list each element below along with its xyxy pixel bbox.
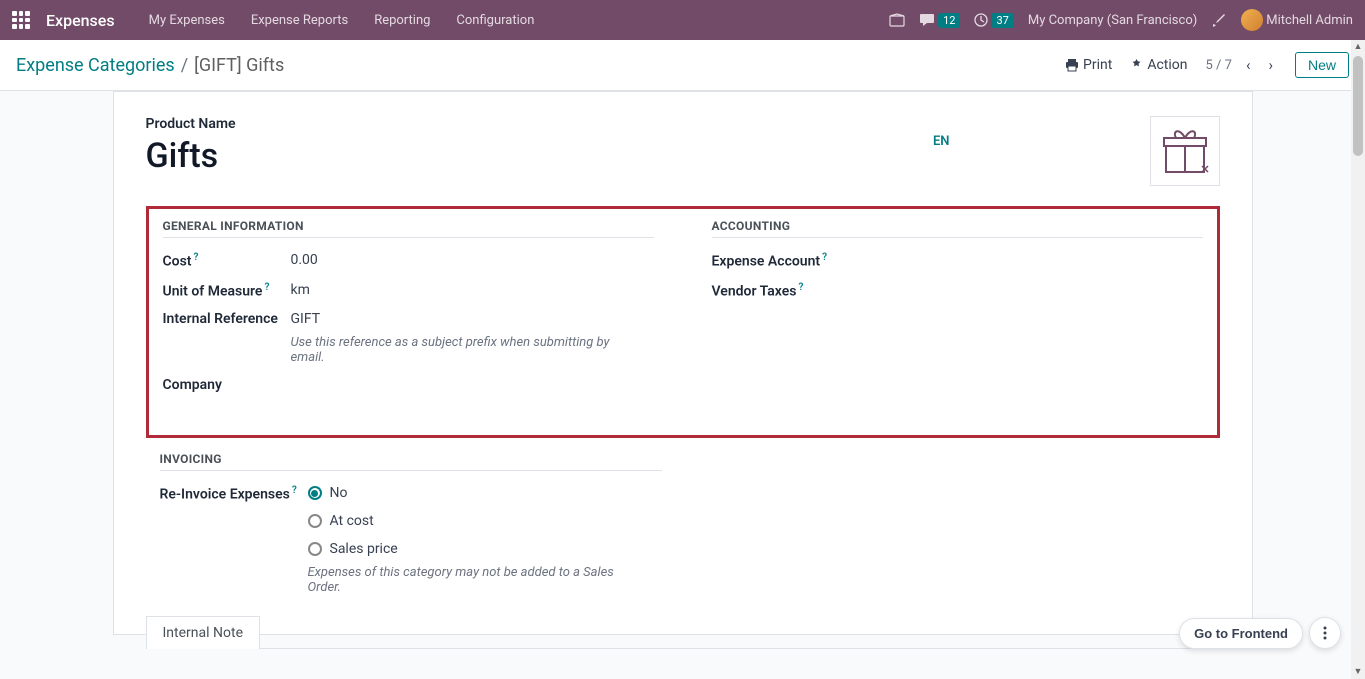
help-icon[interactable]: ? [798, 282, 803, 293]
reinvoice-label: Re-Invoice Expenses? [160, 485, 308, 503]
vendor-taxes-row: Vendor Taxes? [712, 282, 1203, 300]
nav-reporting[interactable]: Reporting [364, 13, 440, 28]
form-sheet: Product Name Gifts EN [113, 91, 1253, 635]
scrollbar[interactable]: ▲ ▼ [1351, 40, 1365, 679]
pager-position: 5 / 7 [1206, 58, 1232, 73]
ref-value[interactable]: GIFT [291, 311, 611, 327]
help-icon[interactable]: ? [264, 282, 269, 293]
radio-sales-price[interactable]: Sales price [308, 541, 628, 557]
avatar [1241, 9, 1263, 31]
title-row: Product Name Gifts EN [146, 116, 1220, 186]
new-button[interactable]: New [1295, 52, 1349, 78]
navbar-left: Expenses My Expenses Expense Reports Rep… [12, 11, 544, 30]
cost-label: Cost? [163, 252, 291, 270]
title-right: EN [933, 116, 1220, 186]
radio-at-cost[interactable]: At cost [308, 513, 628, 529]
main-navbar: Expenses My Expenses Expense Reports Rep… [0, 0, 1365, 40]
uom-value[interactable]: km [291, 282, 310, 298]
invoicing-header: INVOICING [160, 452, 662, 471]
pager: 5 / 7 ‹ › [1206, 54, 1277, 76]
breadcrumb-parent[interactable]: Expense Categories [16, 55, 175, 76]
company-selector[interactable]: My Company (San Francisco) [1028, 13, 1197, 28]
pager-next[interactable]: › [1264, 54, 1277, 76]
product-image[interactable] [1150, 116, 1220, 186]
floating-actions: Go to Frontend [1179, 617, 1341, 649]
accounting-column: ACCOUNTING Expense Account? Vendor Taxes… [698, 219, 1217, 405]
go-to-frontend-button[interactable]: Go to Frontend [1179, 618, 1303, 649]
tab-internal-note[interactable]: Internal Note [146, 616, 261, 649]
company-label: Company [163, 377, 291, 393]
reinvoice-value-block: No At cost Sales price Expenses of this … [308, 485, 628, 595]
two-column-layout: GENERAL INFORMATION Cost? 0.00 Unit of M… [149, 219, 1217, 405]
scroll-down-icon[interactable]: ▼ [1351, 665, 1365, 679]
more-actions-button[interactable] [1309, 617, 1341, 649]
cost-row: Cost? 0.00 [163, 252, 654, 270]
uom-row: Unit of Measure? km [163, 282, 654, 300]
tabs: Internal Note [146, 615, 1220, 649]
lang-indicator[interactable]: EN [933, 134, 950, 149]
breadcrumb-current: [GIFT] Gifts [194, 55, 284, 76]
product-name[interactable]: Gifts [146, 136, 236, 176]
vendor-taxes-label: Vendor Taxes? [712, 282, 804, 300]
radio-icon [308, 486, 322, 500]
ref-value-block: GIFT Use this reference as a subject pre… [291, 311, 611, 365]
mail-icon[interactable] [889, 13, 905, 27]
reinvoice-radio-group: No At cost Sales price [308, 485, 628, 557]
product-name-label: Product Name [146, 116, 236, 132]
apps-icon[interactable] [12, 11, 30, 29]
expense-account-row: Expense Account? [712, 252, 1203, 270]
ref-help: Use this reference as a subject prefix w… [291, 335, 611, 365]
navbar-right: 12 37 My Company (San Francisco) Mitchel… [889, 9, 1353, 31]
tools-icon[interactable] [1211, 12, 1227, 28]
company-row: Company [163, 377, 654, 393]
uom-label: Unit of Measure? [163, 282, 291, 300]
cost-value[interactable]: 0.00 [291, 252, 318, 268]
invoicing-section: INVOICING Re-Invoice Expenses? No At cos… [146, 452, 1220, 595]
user-name: Mitchell Admin [1266, 13, 1353, 28]
control-panel: Expense Categories / [GIFT] Gifts Print … [0, 40, 1365, 91]
breadcrumb-separator: / [181, 55, 188, 76]
action-button[interactable]: Action [1130, 57, 1187, 73]
print-button[interactable]: Print [1065, 57, 1112, 73]
nav-my-expenses[interactable]: My Expenses [139, 13, 235, 28]
expense-account-label: Expense Account? [712, 252, 828, 270]
pager-prev[interactable]: ‹ [1242, 54, 1255, 76]
scroll-up-icon[interactable]: ▲ [1351, 40, 1365, 54]
user-menu[interactable]: Mitchell Admin [1241, 9, 1353, 31]
accounting-header: ACCOUNTING [712, 219, 1203, 238]
highlighted-section: GENERAL INFORMATION Cost? 0.00 Unit of M… [146, 206, 1220, 438]
title-block: Product Name Gifts [146, 116, 236, 176]
radio-icon [308, 542, 322, 556]
help-icon[interactable]: ? [292, 485, 297, 496]
breadcrumb: Expense Categories / [GIFT] Gifts [16, 55, 284, 76]
messages-icon[interactable]: 12 [919, 13, 960, 28]
general-info-header: GENERAL INFORMATION [163, 219, 654, 238]
general-info-column: GENERAL INFORMATION Cost? 0.00 Unit of M… [149, 219, 668, 405]
messages-badge: 12 [938, 13, 960, 28]
reinvoice-help: Expenses of this category may not be add… [308, 565, 628, 595]
activities-badge: 37 [991, 13, 1013, 28]
scrollbar-thumb[interactable] [1353, 56, 1363, 156]
control-panel-right: Print Action 5 / 7 ‹ › New [1065, 52, 1349, 78]
help-icon[interactable]: ? [193, 252, 198, 263]
help-icon[interactable]: ? [822, 252, 827, 263]
ref-row: Internal Reference GIFT Use this referen… [163, 311, 654, 365]
radio-icon [308, 514, 322, 528]
activities-icon[interactable]: 37 [974, 13, 1013, 28]
radio-no[interactable]: No [308, 485, 628, 501]
nav-configuration[interactable]: Configuration [446, 13, 544, 28]
content-area: Product Name Gifts EN [0, 91, 1365, 675]
reinvoice-row: Re-Invoice Expenses? No At cost [160, 485, 1206, 595]
ref-label: Internal Reference [163, 311, 291, 327]
navbar-brand[interactable]: Expenses [46, 11, 115, 30]
nav-expense-reports[interactable]: Expense Reports [241, 13, 358, 28]
